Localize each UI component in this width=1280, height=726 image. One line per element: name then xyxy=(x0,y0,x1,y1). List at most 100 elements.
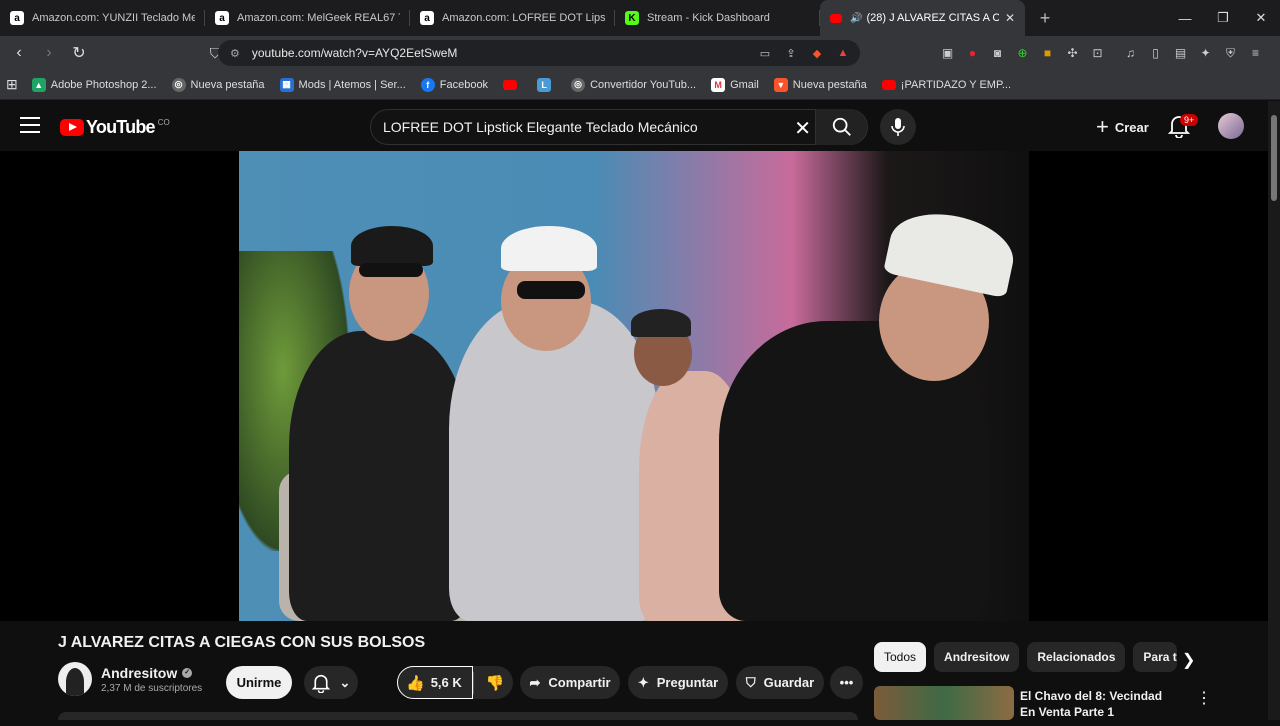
channel-name-text: Andresitow xyxy=(101,664,178,681)
browser-tab-bar: a Amazon.com: YUNZII Teclado Mecánico a … xyxy=(0,0,1280,36)
amazon-icon: a xyxy=(10,11,24,25)
reload-icon[interactable]: ↻ xyxy=(66,40,92,66)
hamburger-menu-icon[interactable] xyxy=(20,117,40,133)
bookmark-item[interactable]: f Facebook xyxy=(420,77,488,92)
speaker-icon[interactable]: 🔊 xyxy=(850,13,862,24)
browser-tab-active[interactable]: 🔊 (28) J ALVAREZ CITAS A CIEGAS CON SUS … xyxy=(820,0,1025,36)
forward-icon[interactable]: › xyxy=(36,40,62,66)
bookmark-item[interactable]: ¡PARTIDAZO Y EMP... xyxy=(881,79,1011,91)
chevron-right-icon[interactable]: ❯ xyxy=(1182,650,1195,670)
channel-avatar[interactable] xyxy=(58,662,92,696)
youtube-header: YouTube CO LOFREE DOT Lipstick Elegante … xyxy=(0,101,1268,151)
browser-tab[interactable]: a Amazon.com: YUNZII Teclado Mecánico xyxy=(0,0,205,36)
bookmark-label: Mods | Atemos | Ser... xyxy=(298,78,406,91)
chip-related[interactable]: Relacionados xyxy=(1027,642,1126,672)
bookmark-item[interactable]: ▦ Mods | Atemos | Ser... xyxy=(279,77,406,92)
extension-icon[interactable]: ⊡ xyxy=(1088,42,1107,64)
sidebar-icon[interactable]: ▯ xyxy=(1146,42,1165,64)
close-tab-icon[interactable]: ✕ xyxy=(1005,11,1015,25)
close-window-icon[interactable]: ✕ xyxy=(1242,0,1280,36)
share-icon[interactable]: ⇪ xyxy=(782,44,800,62)
create-button[interactable]: + Crear xyxy=(1084,109,1161,145)
youtube-logo[interactable]: YouTube CO xyxy=(60,117,170,138)
bookmark-item[interactable]: ◎ Nueva pestaña xyxy=(171,77,265,92)
brave-shield-icon[interactable]: ◆ xyxy=(808,44,826,62)
new-tab-button[interactable]: + xyxy=(1031,4,1059,32)
back-icon[interactable]: ‹ xyxy=(6,40,32,66)
bookmark-item[interactable]: L xyxy=(537,77,556,92)
bookmarks-bar: ⊞ ▲ Adobe Photoshop 2... ◎ Nueva pestaña ▦… xyxy=(0,70,1280,100)
account-avatar[interactable] xyxy=(1218,113,1244,139)
page-scrollbar[interactable] xyxy=(1268,101,1280,720)
tab-title: Amazon.com: MelGeek REAL67 Teclado xyxy=(237,12,400,24)
browser-tab[interactable]: a Amazon.com: LOFREE DOT Lipstick Elegan… xyxy=(410,0,615,36)
chip-channel[interactable]: Andresitow xyxy=(934,642,1020,672)
search-input[interactable]: LOFREE DOT Lipstick Elegante Teclado Mec… xyxy=(370,109,868,145)
l-icon: L xyxy=(537,77,552,92)
ask-button[interactable]: ✦ Preguntar xyxy=(628,666,728,699)
leo-icon[interactable]: ✦ xyxy=(1196,42,1215,64)
share-label: Compartir xyxy=(548,675,611,690)
dislike-button[interactable]: 👎 xyxy=(486,674,505,692)
extension-icon[interactable]: ■ xyxy=(1038,42,1057,64)
search-button[interactable] xyxy=(815,109,867,145)
clear-search-icon[interactable]: ✕ xyxy=(794,116,811,141)
menu-icon[interactable]: ≡ xyxy=(1246,42,1265,64)
bookmark-item[interactable]: ◎ Convertidor YouTub... xyxy=(571,77,696,92)
more-options-icon[interactable]: ⋮ xyxy=(1196,688,1212,708)
like-count: 5,6 K xyxy=(430,675,462,690)
save-button[interactable]: ⛉ Guardar xyxy=(736,666,824,699)
video-thumbnail[interactable] xyxy=(874,686,1014,720)
apps-icon[interactable]: ⊞ xyxy=(6,76,18,93)
recommended-title[interactable]: El Chavo del 8: Vecindad En Venta Parte … xyxy=(1020,688,1180,720)
subscription-bell-button[interactable]: ⌄ xyxy=(304,666,358,699)
tab-title: Amazon.com: YUNZII Teclado Mecánico xyxy=(32,12,195,24)
voice-search-button[interactable] xyxy=(880,109,916,145)
puzzle-icon[interactable]: ✣ xyxy=(1063,42,1082,64)
chip-for-you[interactable]: Para ti xyxy=(1133,642,1178,672)
bookmark-item[interactable]: ▲ Adobe Photoshop 2... xyxy=(31,77,157,92)
more-actions-button[interactable]: ••• xyxy=(830,666,863,699)
verified-icon: ✓ xyxy=(182,667,193,678)
person-cap xyxy=(501,226,597,271)
description-box[interactable] xyxy=(58,712,858,720)
extension-icon[interactable]: ◙ xyxy=(988,42,1007,64)
video-frame xyxy=(239,151,1029,621)
restore-icon[interactable]: ❐ xyxy=(1204,0,1242,36)
chip-todos[interactable]: Todos xyxy=(874,642,927,672)
video-player[interactable] xyxy=(0,151,1268,621)
browser-tab[interactable]: K Stream - Kick Dashboard xyxy=(615,0,820,36)
like-dislike-group: 👍 5,6 K 👎 xyxy=(397,666,513,699)
youtube-icon xyxy=(881,79,896,90)
extension-icon[interactable]: ⊕ xyxy=(1013,42,1032,64)
channel-name[interactable]: Andresitow ✓ xyxy=(101,665,202,681)
brave-rewards-icon[interactable]: ▲ xyxy=(834,44,852,62)
bookmark-item[interactable] xyxy=(503,79,522,90)
site-info-icon[interactable]: ⚙ xyxy=(230,47,240,60)
kick-icon: K xyxy=(625,11,639,25)
google-drive-icon: ▲ xyxy=(31,77,46,92)
vpn-icon[interactable]: ⛨ xyxy=(1221,42,1240,64)
extension-icon[interactable]: ▣ xyxy=(938,42,957,64)
recommended-video[interactable]: El Chavo del 8: Vecindad En Venta Parte … xyxy=(874,686,1274,726)
join-button[interactable]: Unirme xyxy=(226,666,292,699)
video-title: J ALVAREZ CITAS A CIEGAS CON SUS BOLSOS xyxy=(58,634,426,651)
bookmark-label: Adobe Photoshop 2... xyxy=(50,78,157,91)
minimize-icon[interactable]: — xyxy=(1166,0,1204,36)
scrollbar-thumb[interactable] xyxy=(1271,115,1277,201)
extension-icon[interactable]: ● xyxy=(963,42,982,64)
bookmark-item[interactable]: M Gmail xyxy=(711,77,759,92)
bookmark-item[interactable]: ▼ Nueva pestaña xyxy=(773,77,867,92)
wallet-icon[interactable]: ▤ xyxy=(1171,42,1190,64)
share-button[interactable]: ➦ Compartir xyxy=(520,666,620,699)
like-button[interactable]: 👍 5,6 K xyxy=(397,666,473,699)
music-icon[interactable]: ♫ xyxy=(1121,42,1140,64)
address-bar[interactable]: ⚙ youtube.com/watch?v=AYQ2EetSweM ▭ ⇪ ◆ … xyxy=(218,40,860,66)
cast-icon[interactable]: ▭ xyxy=(756,44,774,62)
browser-tab[interactable]: a Amazon.com: MelGeek REAL67 Teclado xyxy=(205,0,410,36)
tab-title: Stream - Kick Dashboard xyxy=(647,12,770,24)
amazon-icon: a xyxy=(420,11,434,25)
create-label: Crear xyxy=(1114,119,1149,135)
plus-icon: + xyxy=(1096,114,1109,139)
person-cap xyxy=(351,226,433,266)
